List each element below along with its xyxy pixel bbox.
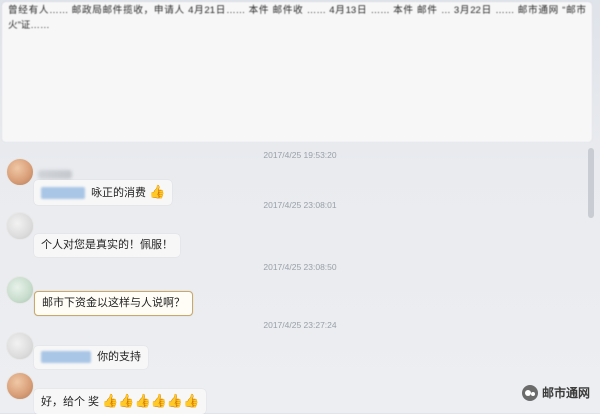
avatar[interactable]: [6, 372, 34, 400]
message-text-4: 你的支持: [97, 351, 142, 363]
sender-name-blur: [38, 170, 72, 179]
timestamp-3: 2017/4/25 23:08:50: [263, 262, 337, 272]
avatar[interactable]: [6, 276, 34, 304]
timestamp-2: 2017/4/25 23:08:01: [263, 200, 337, 210]
avatar[interactable]: [6, 332, 34, 360]
timestamp-1: 2017/4/25 19:53:20: [263, 150, 337, 160]
timestamp-4: 2017/4/25 23:27:24: [263, 320, 337, 330]
avatar[interactable]: [6, 212, 34, 240]
message-bubble-2: 个人对您是真实的！佩服！: [34, 234, 180, 257]
watermark: 邮市通网: [521, 384, 590, 401]
message-bubble-4: 你的支持: [34, 346, 149, 369]
chat-window: 曾经有人…… 邮政局邮件揽收，申请人 4月21日…… 本件 邮件收 …… 4月1…: [0, 0, 600, 414]
scrollbar[interactable]: [588, 148, 594, 218]
thumbs-up-icon: 👍👍👍👍👍👍: [102, 393, 200, 408]
message-bubble-3: 邮市下资金以这样与人说啊？: [34, 291, 193, 316]
thumbs-up-icon: 👍: [149, 184, 166, 199]
redacted-name-mask: [41, 351, 91, 364]
avatar[interactable]: [6, 158, 34, 186]
redacted-name-mask: [41, 187, 85, 200]
long-message-bubble: 曾经有人…… 邮政局邮件揽收，申请人 4月21日…… 本件 邮件收 …… 4月1…: [2, 2, 592, 142]
message-text-1: 咏正的消费: [91, 187, 147, 199]
message-bubble-5: 好，给个 奖 👍👍👍👍👍👍: [34, 389, 207, 414]
watermark-icon: [521, 384, 538, 401]
watermark-text: 邮市通网: [541, 386, 590, 400]
message-text-5: 好，给个 奖: [41, 396, 100, 408]
